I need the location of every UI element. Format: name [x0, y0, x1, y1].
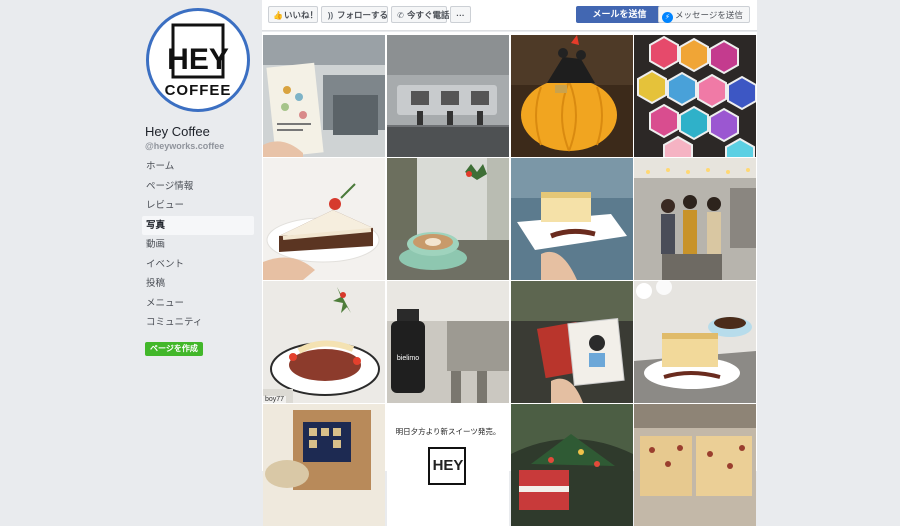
photo-steak-plate[interactable]: boy77: [263, 281, 385, 403]
photo-cafe-staff-group[interactable]: [634, 158, 756, 280]
page-title[interactable]: Hey Coffee: [145, 124, 210, 139]
photo-espresso-machine[interactable]: [387, 35, 509, 157]
follow-button[interactable]: )) フォローする: [321, 6, 388, 23]
message-label: メッセージを送信: [675, 10, 743, 20]
rss-icon: )): [327, 11, 334, 20]
photo-hexagon-art-tiles[interactable]: [634, 35, 756, 157]
announcement-logo: HEY: [432, 457, 464, 474]
photo-cafe-counter-menu[interactable]: [263, 35, 385, 157]
photo-cake-slice-hand[interactable]: [263, 158, 385, 280]
hey-coffee-logo: HEY COFFEE: [165, 23, 232, 99]
photo-caption: boy77: [263, 396, 287, 403]
call-label: 今すぐ電話: [407, 10, 450, 20]
bottle-label: bielimo: [396, 355, 420, 362]
announcement-text: 明日夕方より新スイーツ発売。: [395, 427, 501, 436]
photo-cheesecake-plate[interactable]: [511, 158, 633, 280]
page-nav: ホーム ページ情報 レビュー 写真 動画 イベント 投稿 メニュー コミュニティ: [142, 157, 254, 333]
page-handle[interactable]: @heyworks.coffee: [145, 141, 224, 151]
profile-avatar[interactable]: HEY COFFEE: [146, 8, 250, 112]
photo-pound-cake[interactable]: [634, 404, 756, 526]
nav-item-home[interactable]: ホーム: [142, 157, 254, 177]
page-action-bar: 👍いいね！ )) フォローする ✆ 今すぐ電話 ··· メールを送信 ⚡ メッセージを…: [262, 0, 757, 31]
logo-coffee-text: COFFEE: [165, 82, 232, 99]
send-email-button[interactable]: メールを送信: [576, 6, 663, 23]
like-label: いいね！: [284, 10, 319, 20]
photo-sticker-cards[interactable]: [511, 281, 633, 403]
nav-item-community[interactable]: コミュニティ: [142, 313, 254, 333]
nav-item-photos[interactable]: 写真: [142, 215, 254, 235]
like-button[interactable]: 👍いいね！: [268, 6, 318, 23]
call-now-button[interactable]: ✆ 今すぐ電話: [391, 6, 450, 23]
follow-label: フォローする: [337, 10, 389, 20]
create-page-button[interactable]: ページを作成: [145, 342, 203, 356]
photo-cheesecake-cotton[interactable]: [634, 281, 756, 403]
nav-item-menu[interactable]: メニュー: [142, 294, 254, 314]
logo-hey-text: HEY: [167, 43, 229, 76]
photo-christmas-tree[interactable]: [511, 404, 633, 526]
phone-icon: ✆: [397, 11, 404, 20]
thumbs-up-icon: 👍: [273, 11, 283, 20]
messenger-icon: ⚡: [662, 12, 673, 23]
photo-grid: boy77 bielimo 明日夕方より新スイーツ発売。 HEY: [262, 32, 757, 526]
nav-item-posts[interactable]: 投稿: [142, 274, 254, 294]
photo-new-sweets-announcement[interactable]: 明日夕方より新スイーツ発売。 HEY: [387, 404, 509, 526]
more-options-button[interactable]: ···: [450, 6, 471, 23]
nav-item-videos[interactable]: 動画: [142, 235, 254, 255]
nav-item-reviews[interactable]: レビュー: [142, 196, 254, 216]
photo-spray-bottle-cafe[interactable]: bielimo: [387, 281, 509, 403]
photo-pumpkin-dessert[interactable]: [511, 35, 633, 157]
page-sidebar: HEY COFFEE Hey Coffee @heyworks.coffee ホ…: [142, 0, 262, 471]
nav-item-about[interactable]: ページ情報: [142, 177, 254, 197]
send-message-button[interactable]: ⚡ メッセージを送信: [658, 6, 750, 23]
photo-latte-cup[interactable]: [387, 158, 509, 280]
nav-item-events[interactable]: イベント: [142, 255, 254, 275]
photo-coffee-package[interactable]: [263, 404, 385, 526]
